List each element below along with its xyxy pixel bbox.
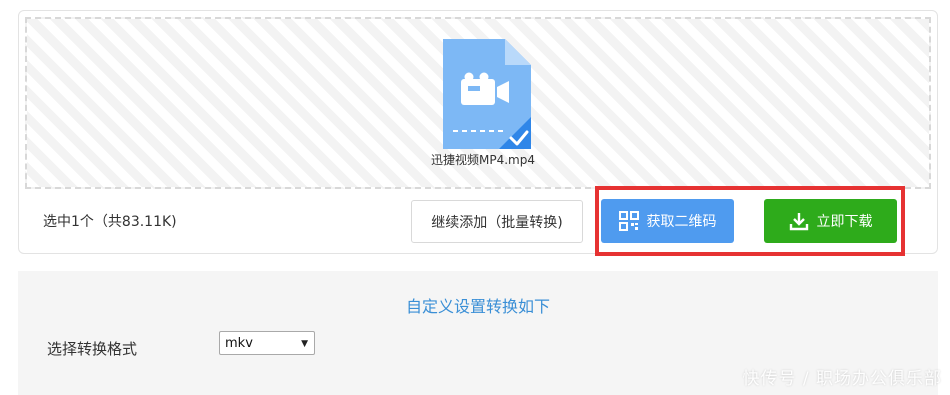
- format-label: 选择转换格式: [47, 340, 138, 358]
- watermark: 快传号 / 职场办公俱乐部: [742, 369, 942, 389]
- settings-title: 自定义设置转换如下: [405, 297, 550, 316]
- qr-button-label: 获取二维码: [646, 214, 717, 230]
- download-icon: [789, 211, 809, 231]
- file-name: 迅捷视频MP4.mp4: [431, 153, 535, 167]
- upload-card: 迅捷视频MP4.mp4 选中1个（共83.11K) 继续添加（批量转换) 获取二…: [18, 10, 938, 254]
- qr-code-icon: [618, 211, 639, 231]
- video-file-icon: [443, 39, 531, 149]
- add-more-button[interactable]: 继续添加（批量转换): [411, 200, 583, 243]
- file-drop-zone[interactable]: 迅捷视频MP4.mp4: [25, 17, 931, 189]
- selection-status: 选中1个（共83.11K): [43, 214, 177, 230]
- format-select-value: mkv: [225, 335, 253, 351]
- get-qr-code-button[interactable]: 获取二维码: [601, 199, 734, 243]
- format-select[interactable]: mkv ▼: [219, 331, 315, 355]
- download-button[interactable]: 立即下载: [764, 199, 897, 243]
- add-more-label: 继续添加（批量转换): [431, 214, 563, 231]
- download-button-label: 立即下载: [816, 214, 873, 230]
- chevron-down-icon: ▼: [301, 339, 308, 349]
- file-item[interactable]: 迅捷视频MP4.mp4: [431, 39, 535, 168]
